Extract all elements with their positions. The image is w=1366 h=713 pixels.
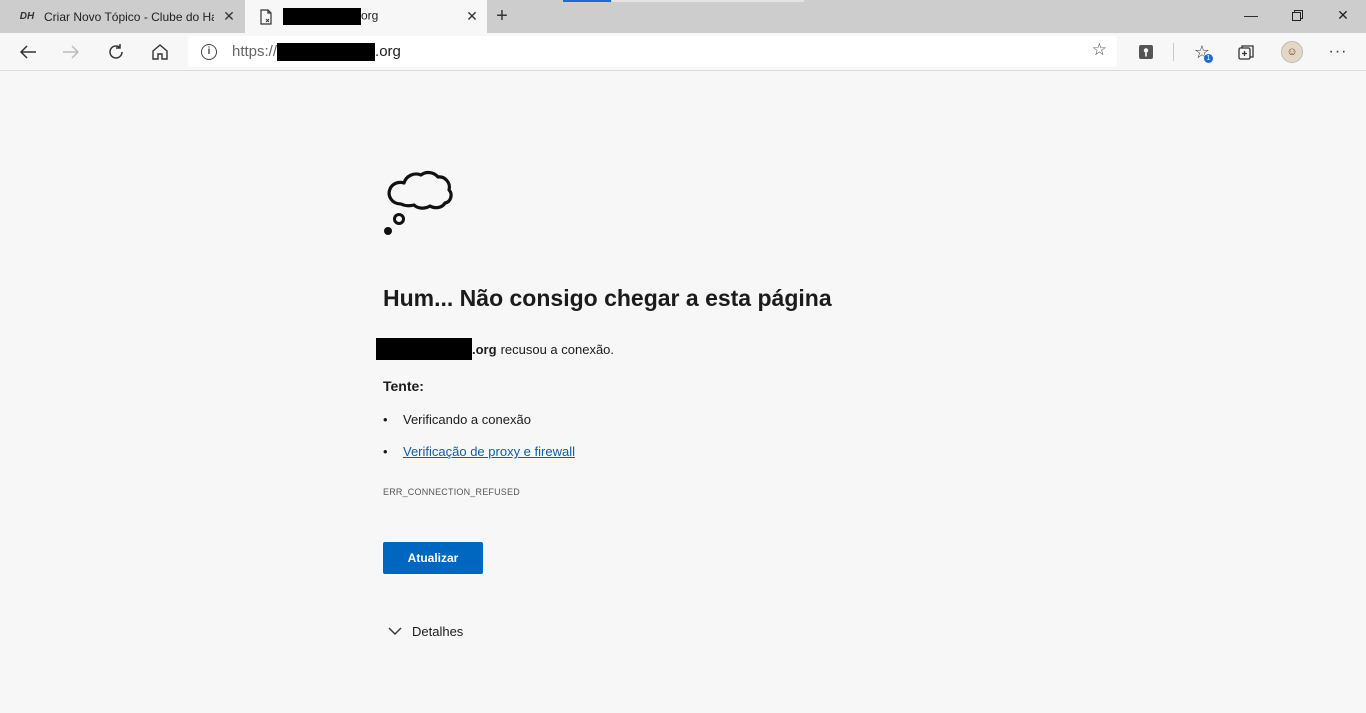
thought-cloud-icon [384,170,453,235]
close-tab-icon[interactable]: ✕ [457,0,487,33]
browser-toolbar: i https:// .org ☆ ☆ 1 ☺ ··· [0,33,1366,71]
reload-button[interactable] [101,37,131,67]
url-protocol: https:// [232,43,278,60]
back-arrow-icon [19,45,36,59]
tab-active-error-page[interactable]: org ✕ [245,0,487,33]
details-label: Detalhes [412,624,464,639]
tab-title: org [283,8,457,25]
url-suffix: .org [375,43,401,60]
minimize-button[interactable]: — [1228,0,1274,30]
details-toggle[interactable]: Detalhes [388,624,463,639]
favorites-button[interactable]: ☆ 1 [1187,37,1217,67]
home-button[interactable] [145,37,175,67]
page-error-icon [257,8,275,25]
suggestion-check-connection: Verificando a conexão [403,412,531,427]
error-code: ERR_CONNECTION_REFUSED [383,487,520,497]
tab-strip: DH Criar Novo Tópico - Clube do Ha ✕ org… [0,0,1366,33]
more-dots-icon: ··· [1328,43,1348,60]
profile-button[interactable]: ☺ [1277,37,1307,67]
settings-more-button[interactable]: ··· [1323,37,1353,67]
error-heading: Hum... Não consigo chegar a esta página [383,285,832,311]
extension-button[interactable] [1131,37,1161,67]
host-suffix: .org [472,341,497,357]
chevron-down-icon [388,627,402,635]
reload-icon [109,44,123,59]
collections-icon [1237,44,1254,60]
profile-avatar-icon: ☺ [1281,41,1303,63]
toolbar-separator [1173,43,1174,61]
favorites-badge-icon: 1 [1204,54,1213,63]
address-bar[interactable]: i https:// .org ☆ [188,36,1117,67]
new-tab-button[interactable]: + [489,0,515,33]
redacted-block [376,338,472,360]
tab-clube-do-hardware[interactable]: DH Criar Novo Tópico - Clube do Ha ✕ [0,0,244,33]
suggestion-item: • Verificação de proxy e firewall [383,444,575,459]
try-label: Tente: [383,378,424,394]
tab-strip-highlight [612,0,804,2]
forward-button[interactable] [56,37,86,67]
forward-arrow-icon [63,45,80,59]
collections-button[interactable] [1231,37,1261,67]
restore-button[interactable] [1274,0,1320,30]
back-button[interactable] [13,37,43,67]
home-icon [152,44,168,60]
close-window-button[interactable]: ✕ [1320,0,1366,30]
extension-shield-icon [1139,45,1153,59]
tab-strip-accent [563,0,611,2]
redacted-block [283,8,361,25]
clube-do-hardware-favicon-icon: DH [19,11,35,22]
bullet-icon: • [383,444,388,459]
proxy-firewall-link[interactable]: Verificação de proxy e firewall [403,444,575,459]
restore-icon [1291,9,1303,21]
bullet-icon: • [383,412,388,427]
refresh-button[interactable]: Atualizar [383,542,483,574]
suggestion-item: • Verificando a conexão [383,412,531,427]
favorite-star-icon[interactable]: ☆ [1092,40,1107,60]
redacted-block [277,42,376,61]
host-message-text: recusou a conexão. [500,341,615,357]
site-info-icon[interactable]: i [201,43,217,60]
host-message: .org recusou a conexão. [376,338,614,360]
tab-title: Criar Novo Tópico - Clube do Ha [44,9,214,24]
close-tab-icon[interactable]: ✕ [214,0,244,33]
